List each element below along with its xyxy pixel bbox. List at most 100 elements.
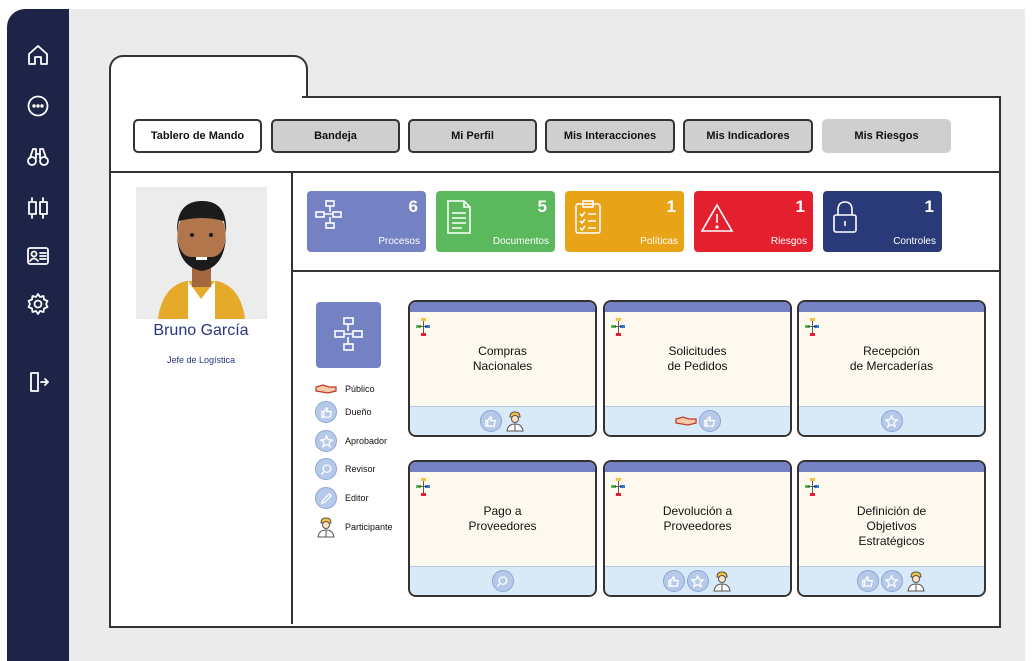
kpi-count: 1	[924, 197, 934, 216]
worker-icon[interactable]	[711, 570, 733, 592]
process-title: Devolución a Proveedores	[662, 504, 733, 533]
more-icon[interactable]	[23, 91, 53, 121]
role-bar	[605, 406, 790, 435]
kpi-label: Procesos	[378, 236, 420, 247]
divider	[111, 171, 999, 173]
kpi-politicas[interactable]: 1 Políticas	[565, 191, 684, 252]
folder-tab-join	[111, 94, 302, 100]
kpi-controles[interactable]: 1 Controles	[823, 191, 942, 252]
thumbs-up-icon[interactable]	[698, 410, 721, 432]
tab-mis-indicadores[interactable]: Mis Indicadores	[683, 119, 813, 153]
legend-label: Editor	[345, 493, 369, 503]
divider	[291, 173, 293, 624]
thumbs-up-icon	[315, 401, 337, 423]
divider	[293, 270, 999, 272]
mini-flowchart-icon	[805, 478, 819, 496]
process-legend-icon	[316, 302, 381, 368]
kpi-label: Documentos	[492, 236, 549, 247]
mini-flowchart-icon	[611, 318, 625, 336]
legend-publico: Público	[315, 378, 375, 400]
kpi-count: 6	[408, 197, 418, 216]
card-header-bar	[799, 462, 984, 472]
mini-flowchart-icon	[416, 318, 430, 336]
process-card[interactable]: Definición de Objetivos Estratégicos	[797, 460, 986, 597]
kpi-riesgos[interactable]: 1 Riesgos	[694, 191, 813, 252]
home-icon[interactable]	[23, 40, 53, 70]
person-role: Jefe de Logística	[166, 355, 236, 365]
legend-label: Público	[345, 384, 375, 394]
process-card[interactable]: Recepción de Mercaderías	[797, 300, 986, 437]
worker-icon[interactable]	[504, 410, 526, 432]
role-bar	[799, 406, 984, 435]
process-title: Compras Nacionales	[472, 344, 533, 373]
thumbs-up-icon[interactable]	[662, 570, 685, 592]
card-header-bar	[605, 462, 790, 472]
process-card[interactable]: Compras Nacionales	[408, 300, 597, 437]
card-header-bar	[410, 462, 595, 472]
thumbs-up-icon[interactable]	[479, 410, 502, 432]
kpi-procesos[interactable]: 6 Procesos	[307, 191, 426, 252]
tab-mis-interacciones[interactable]: Mis Interacciones	[545, 119, 675, 153]
tab-mis-riesgos[interactable]: Mis Riesgos	[822, 119, 951, 153]
warning-icon	[700, 199, 734, 235]
thumbs-up-icon[interactable]	[856, 570, 879, 592]
mini-flowchart-icon	[416, 478, 430, 496]
legend-label: Dueño	[345, 407, 372, 417]
tab-tablero-de-mando[interactable]: Tablero de Mando	[133, 119, 262, 153]
kpi-label: Riesgos	[770, 236, 807, 247]
kpi-label: Controles	[893, 236, 936, 247]
kpi-documentos[interactable]: 5 Documentos	[436, 191, 555, 252]
star-icon[interactable]	[686, 570, 709, 592]
card-header-bar	[605, 302, 790, 312]
logout-icon[interactable]	[23, 367, 53, 397]
star-icon[interactable]	[880, 570, 903, 592]
person-name: Bruno García	[153, 322, 249, 339]
process-card[interactable]: Solicitudes de Pedidos	[603, 300, 792, 437]
star-icon[interactable]	[880, 410, 903, 432]
gear-icon[interactable]	[23, 289, 53, 319]
kpi-count: 5	[537, 197, 547, 216]
magnifier-icon[interactable]	[491, 570, 514, 592]
handshake-icon[interactable]	[674, 410, 697, 432]
mini-flowchart-icon	[611, 478, 625, 496]
process-card[interactable]: Pago a Proveedores	[408, 460, 597, 597]
avatar	[136, 187, 267, 319]
legend-label: Revisor	[345, 464, 376, 474]
kpi-count: 1	[666, 197, 676, 216]
sync-icon[interactable]	[23, 193, 53, 223]
kpi-label: Políticas	[640, 236, 678, 247]
card-header-bar	[410, 302, 595, 312]
card-header-bar	[799, 302, 984, 312]
role-bar	[799, 566, 984, 595]
star-icon	[315, 430, 337, 452]
id-card-icon[interactable]	[23, 241, 53, 271]
tab-mi-perfil[interactable]: Mi Perfil	[408, 119, 537, 153]
process-title: Definición de Objetivos Estratégicos	[856, 504, 927, 548]
legend-editor: Editor	[315, 487, 369, 509]
role-bar	[605, 566, 790, 595]
legend-revisor: Revisor	[315, 458, 376, 480]
handshake-icon	[315, 378, 337, 400]
worker-icon	[315, 516, 337, 538]
tab-bandeja[interactable]: Bandeja	[271, 119, 400, 153]
legend-participante: Participante	[315, 516, 393, 538]
process-title: Recepción de Mercaderías	[849, 344, 934, 373]
pencil-icon	[315, 487, 337, 509]
magnifier-icon	[315, 458, 337, 480]
kpi-count: 1	[795, 197, 805, 216]
process-card[interactable]: Devolución a Proveedores	[603, 460, 792, 597]
checklist-icon	[571, 199, 605, 235]
flowchart-icon	[313, 199, 347, 235]
legend-label: Aprobador	[345, 436, 388, 446]
worker-icon[interactable]	[905, 570, 927, 592]
document-icon	[442, 199, 476, 235]
role-bar	[410, 406, 595, 435]
binoculars-icon[interactable]	[23, 142, 53, 172]
sidebar	[7, 9, 69, 661]
legend-dueno: Dueño	[315, 401, 372, 423]
legend-label: Participante	[345, 522, 393, 532]
lock-icon	[829, 199, 863, 235]
process-title: Pago a Proveedores	[468, 504, 537, 533]
process-title: Solicitudes de Pedidos	[667, 344, 728, 373]
legend-aprobador: Aprobador	[315, 430, 387, 452]
